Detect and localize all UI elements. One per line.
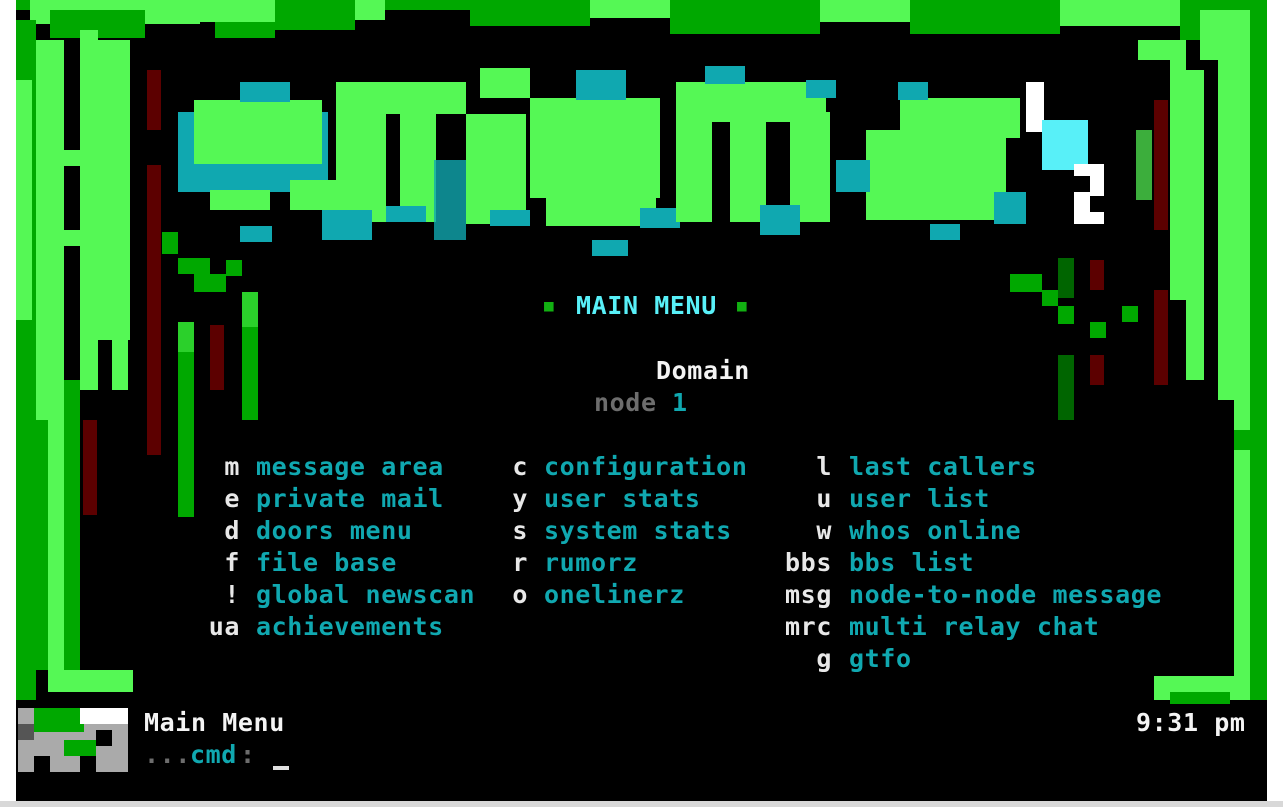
menu-key: d xyxy=(224,516,240,545)
menu-key: g xyxy=(816,644,832,673)
menu-item-user-list[interactable]: user list xyxy=(849,483,990,515)
menu-item-system-stats[interactable]: system stats xyxy=(544,515,732,547)
menu-item-last-callers[interactable]: last callers xyxy=(849,451,1037,483)
menu-item-global-newscan[interactable]: global newscan xyxy=(256,579,475,611)
menu-key: ua xyxy=(208,612,240,641)
prompt-label: cmd xyxy=(190,740,237,769)
prompt-dots: ... xyxy=(144,740,191,769)
menu-item-whos-online[interactable]: whos online xyxy=(849,515,1021,547)
menu-item-message-area[interactable]: message area xyxy=(256,451,444,483)
window-border-left xyxy=(0,0,16,805)
terminal-screen: ■ MAIN MENU ■ Domain node 1 m message ar… xyxy=(0,0,1283,805)
menu-item-multi-relay-chat[interactable]: multi relay chat xyxy=(849,611,1099,643)
menu-item-configuration[interactable]: configuration xyxy=(544,451,747,483)
status-time: 9:31 pm xyxy=(1136,708,1246,737)
prompt-colon: : xyxy=(240,740,256,769)
menu-item-gtfo[interactable]: gtfo xyxy=(849,643,912,675)
window-border-bottom xyxy=(0,801,1283,807)
menu-item-doors-menu[interactable]: doors menu xyxy=(256,515,413,547)
status-location: Main Menu xyxy=(144,708,285,737)
title-bullet-left: ■ xyxy=(544,296,555,315)
node-number: 1 xyxy=(672,388,688,417)
menu-key: o xyxy=(512,580,528,609)
enigma-logo xyxy=(178,66,1104,256)
menu-key: l xyxy=(816,452,832,481)
menu-key: f xyxy=(224,548,240,577)
menu-item-bbs-list[interactable]: bbs list xyxy=(849,547,974,579)
menu-key: u xyxy=(816,484,832,513)
menu-item-private-mail[interactable]: private mail xyxy=(256,483,444,515)
menu-item-node-to-node-message[interactable]: node-to-node message xyxy=(849,579,1162,611)
menu-item-file-base[interactable]: file base xyxy=(256,547,397,579)
menu-key: m xyxy=(224,452,240,481)
menu-key: mrc xyxy=(785,612,832,641)
node-label: node xyxy=(594,388,657,417)
page-title: MAIN MENU xyxy=(576,291,717,320)
command-input-cursor[interactable] xyxy=(273,766,289,770)
menu-key: c xyxy=(512,452,528,481)
menu-item-user-stats[interactable]: user stats xyxy=(544,483,701,515)
menu-item-rumorz[interactable]: rumorz xyxy=(544,547,638,579)
window-border-right xyxy=(1267,0,1283,805)
menu-item-achievements[interactable]: achievements xyxy=(256,611,444,643)
menu-key: bbs xyxy=(785,548,832,577)
title-bullet-right: ■ xyxy=(737,296,748,315)
menu-key: s xyxy=(512,516,528,545)
menu-item-onelinerz[interactable]: onelinerz xyxy=(544,579,685,611)
menu-key: e xyxy=(224,484,240,513)
menu-key: r xyxy=(512,548,528,577)
menu-key: y xyxy=(512,484,528,513)
menu-key: ! xyxy=(224,580,240,609)
menu-key: w xyxy=(816,516,832,545)
menu-key: msg xyxy=(785,580,832,609)
system-name: Domain xyxy=(656,356,750,385)
